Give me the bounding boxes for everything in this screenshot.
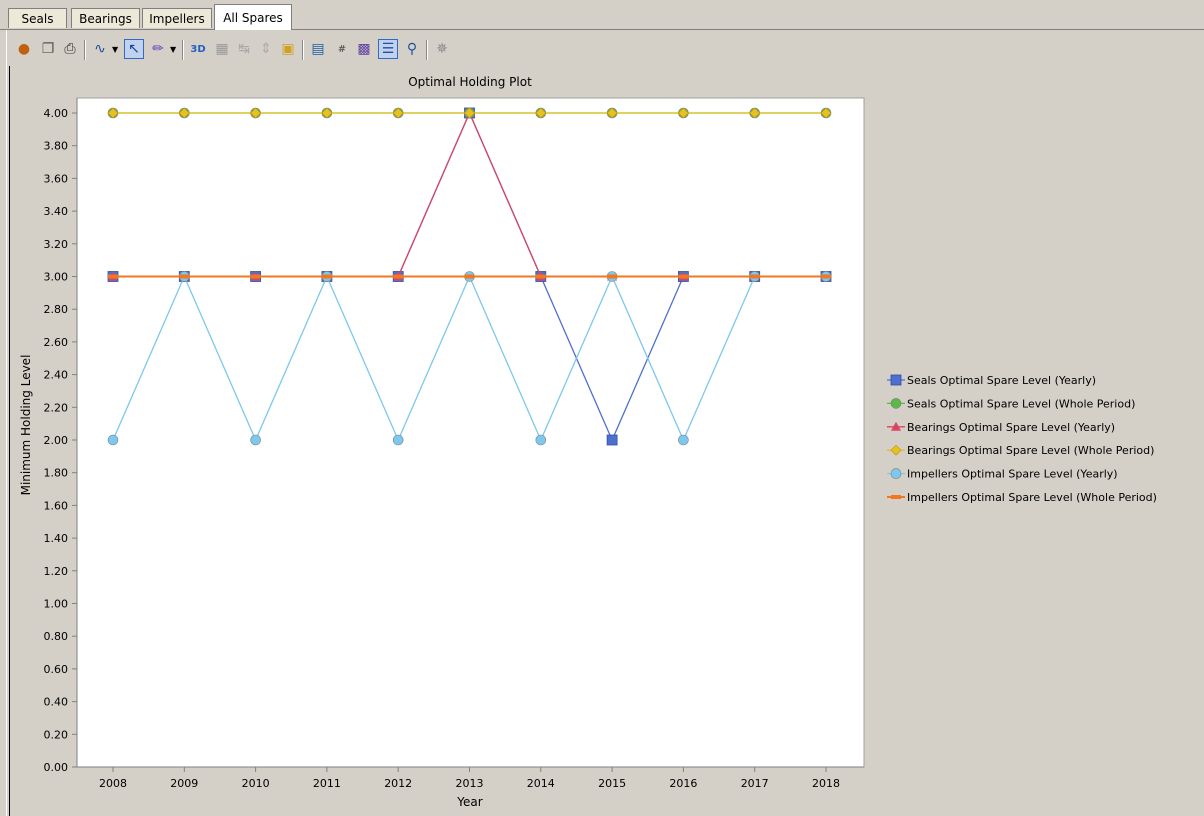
y-tick-label: 0.40 (44, 696, 69, 709)
y-tick-label: 3.00 (44, 271, 69, 284)
data-point (321, 274, 332, 279)
y-tick-label: 0.80 (44, 630, 69, 643)
data-point (392, 434, 404, 446)
tab-all-spares[interactable]: All Spares (214, 4, 292, 30)
y-tick-label: 1.40 (44, 532, 69, 545)
x-tick-label: 2015 (598, 777, 626, 790)
y-tick-label: 0.60 (44, 663, 69, 676)
data-point (606, 434, 618, 446)
y-tick-label: 0.20 (44, 728, 69, 741)
y-tick-label: 3.20 (44, 238, 69, 251)
x-tick-label: 2013 (456, 777, 484, 790)
y-axis-label: Minimum Holding Level (19, 355, 33, 496)
plot-area (76, 97, 865, 768)
y-tick-label: 1.60 (44, 499, 69, 512)
y-tick-label: 3.40 (44, 205, 69, 218)
data-point (535, 434, 547, 446)
y-tick-label: 2.60 (44, 336, 69, 349)
y-tick-label: 2.00 (44, 434, 69, 447)
x-tick-label: 2018 (812, 777, 840, 790)
legend-item[interactable]: Impellers Optimal Spare Level (Yearly) (887, 468, 1118, 481)
data-point (678, 274, 689, 279)
legend-item[interactable]: Bearings Optimal Spare Level (Whole Peri… (887, 444, 1154, 457)
legend-label: Bearings Optimal Spare Level (Yearly) (907, 421, 1115, 434)
optimal-holding-chart: Optimal Holding Plot Year Minimum Holdin… (19, 75, 1157, 809)
data-point (749, 274, 760, 279)
legend-item[interactable]: Impellers Optimal Spare Level (Whole Per… (887, 491, 1157, 504)
data-point (250, 274, 261, 279)
y-tick-label: 1.00 (44, 598, 69, 611)
data-point (535, 274, 546, 279)
y-tick-label: 2.20 (44, 401, 69, 414)
data-point (464, 274, 475, 279)
data-point (678, 434, 689, 446)
legend-marker (890, 468, 902, 479)
y-tick-label: 2.80 (44, 303, 69, 316)
y-tick-label: 0.00 (44, 761, 69, 774)
y-axis: 0.00 0.20 0.40 0.60 0.80 1.00 1.20 1.40 1.60 1.80… (44, 98, 78, 774)
y-tick-label: 4.00 (44, 107, 69, 120)
x-tick-label: 2010 (242, 777, 270, 790)
x-tick-label: 2011 (313, 777, 341, 790)
data-point (107, 434, 119, 446)
x-tick-label: 2012 (384, 777, 412, 790)
y-tick-label: 1.80 (44, 467, 69, 480)
data-point (393, 274, 404, 279)
legend[interactable]: Seals Optimal Spare Level (Yearly) Seals … (887, 374, 1157, 504)
data-point (108, 274, 118, 279)
x-axis: 2008 2009 2010 2011 2012 2013 2014 2015 2016 2017… (77, 766, 864, 790)
legend-item[interactable]: Seals Optimal Spare Level (Yearly) (887, 374, 1096, 387)
legend-label: Seals Optimal Spare Level (Whole Period) (907, 397, 1135, 410)
legend-label: Seals Optimal Spare Level (Yearly) (907, 374, 1096, 387)
y-tick-label: 2.40 (44, 369, 69, 382)
x-tick-label: 2009 (170, 777, 198, 790)
x-tick-label: 2016 (669, 777, 697, 790)
data-point (607, 274, 618, 279)
legend-marker (890, 374, 902, 386)
x-axis-label: Year (456, 795, 482, 809)
x-tick-label: 2017 (741, 777, 769, 790)
legend-marker (890, 398, 902, 409)
legend-marker (891, 495, 901, 499)
x-tick-label: 2014 (527, 777, 555, 790)
legend-item[interactable]: Bearings Optimal Spare Level (Yearly) (887, 421, 1115, 434)
legend-label: Impellers Optimal Spare Level (Whole Per… (907, 491, 1157, 504)
data-point (821, 274, 831, 279)
data-point (250, 434, 261, 446)
legend-item[interactable]: Seals Optimal Spare Level (Whole Period) (887, 397, 1135, 410)
legend-marker (890, 444, 902, 456)
y-tick-label: 1.20 (44, 565, 69, 578)
x-tick-label: 2008 (99, 777, 127, 790)
y-tick-label: 3.80 (44, 140, 69, 153)
y-tick-label: 3.60 (44, 172, 69, 185)
chart-title: Optimal Holding Plot (408, 75, 532, 89)
legend-label: Bearings Optimal Spare Level (Whole Peri… (907, 444, 1154, 457)
data-point (179, 274, 190, 279)
legend-label: Impellers Optimal Spare Level (Yearly) (907, 468, 1118, 481)
